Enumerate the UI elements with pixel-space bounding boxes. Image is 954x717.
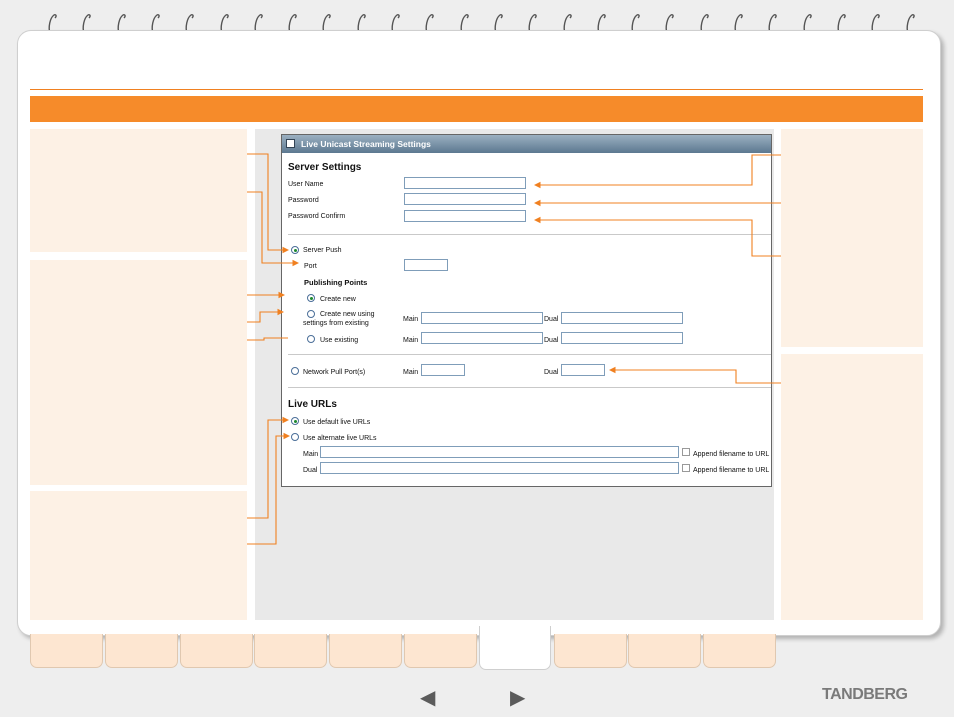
create-new-using-label: Create new using bbox=[320, 311, 375, 318]
main-label: Main bbox=[403, 337, 419, 344]
user-name-input[interactable] bbox=[404, 177, 526, 189]
right-arrow-icon[interactable]: ▶ bbox=[510, 688, 525, 708]
live-unicast-streaming-dialog: Live Unicast Streaming Settings Server S… bbox=[281, 134, 772, 487]
chapter-tab[interactable] bbox=[254, 634, 328, 668]
left-note-panel-2 bbox=[30, 260, 247, 485]
network-pull-dual-input[interactable] bbox=[561, 364, 605, 376]
alt-main-url-input[interactable] bbox=[320, 446, 679, 458]
port-input[interactable] bbox=[404, 259, 448, 271]
use-existing-label: Use existing bbox=[320, 337, 359, 344]
server-settings-heading: Server Settings bbox=[288, 162, 362, 173]
alt-main-label: Main bbox=[303, 451, 319, 458]
left-arrow-icon[interactable]: ◀ bbox=[420, 688, 435, 708]
header-rule bbox=[30, 89, 923, 90]
left-note-panel-3 bbox=[30, 491, 247, 620]
use-existing-radio[interactable] bbox=[307, 335, 315, 343]
network-pull-main-input[interactable] bbox=[421, 364, 465, 376]
use-default-urls-radio[interactable] bbox=[291, 417, 299, 425]
right-note-panel-1 bbox=[781, 129, 923, 347]
dialog-titlebar: Live Unicast Streaming Settings bbox=[282, 135, 771, 153]
dual-label: Dual bbox=[544, 316, 559, 323]
network-pull-main-label: Main bbox=[403, 369, 419, 376]
use-alternate-urls-radio[interactable] bbox=[291, 433, 299, 441]
chapter-tab[interactable] bbox=[329, 634, 403, 668]
alt-dual-url-input[interactable] bbox=[320, 462, 679, 474]
create-new-using-main-input[interactable] bbox=[421, 312, 543, 324]
publishing-points-heading: Publishing Points bbox=[304, 278, 368, 287]
create-new-label: Create new bbox=[320, 296, 356, 303]
alt-dual-label: Dual bbox=[303, 467, 318, 474]
use-alternate-urls-label: Use alternate live URLs bbox=[303, 435, 377, 442]
port-label: Port bbox=[304, 263, 317, 270]
append-filename-dual-label: Append filename to URL bbox=[693, 467, 770, 474]
main-label: Main bbox=[403, 316, 419, 323]
chapter-tab[interactable] bbox=[179, 634, 253, 668]
create-new-using-label-2: settings from existing bbox=[303, 320, 369, 327]
use-existing-main-input[interactable] bbox=[421, 332, 543, 344]
password-label: Password bbox=[288, 197, 319, 204]
append-filename-dual-checkbox[interactable] bbox=[682, 464, 690, 472]
chapter-tab[interactable] bbox=[703, 634, 777, 668]
server-push-radio[interactable] bbox=[291, 246, 299, 254]
create-new-using-radio[interactable] bbox=[307, 310, 315, 318]
network-pull-radio[interactable] bbox=[291, 367, 299, 375]
use-default-urls-label: Use default live URLs bbox=[303, 419, 371, 426]
tandberg-logo: TANDBERG bbox=[822, 686, 908, 703]
user-name-label: User Name bbox=[288, 181, 324, 188]
divider bbox=[288, 354, 771, 355]
dialog-title: Live Unicast Streaming Settings bbox=[301, 139, 431, 149]
create-new-radio[interactable] bbox=[307, 294, 315, 302]
server-push-label: Server Push bbox=[303, 247, 342, 254]
chapter-tab[interactable] bbox=[553, 634, 627, 668]
append-filename-main-checkbox[interactable] bbox=[682, 448, 690, 456]
use-existing-dual-input[interactable] bbox=[561, 332, 683, 344]
section-banner bbox=[30, 96, 923, 122]
append-filename-main-label: Append filename to URL bbox=[693, 451, 770, 458]
dual-label: Dual bbox=[544, 337, 559, 344]
collapse-icon[interactable] bbox=[286, 139, 295, 149]
network-pull-label: Network Pull Port(s) bbox=[303, 369, 366, 376]
chapter-tab[interactable] bbox=[104, 634, 178, 668]
right-note-panel-2 bbox=[781, 354, 923, 620]
divider bbox=[288, 387, 771, 388]
password-confirm-label: Password Confirm bbox=[288, 213, 346, 220]
chapter-tab[interactable] bbox=[30, 634, 103, 668]
chapter-tab[interactable] bbox=[478, 626, 551, 670]
network-pull-dual-label: Dual bbox=[544, 369, 559, 376]
chapter-tab[interactable] bbox=[404, 634, 477, 668]
divider bbox=[288, 234, 771, 235]
live-urls-heading: Live URLs bbox=[288, 399, 337, 410]
create-new-using-dual-input[interactable] bbox=[561, 312, 683, 324]
password-confirm-input[interactable] bbox=[404, 210, 526, 222]
chapter-tab[interactable] bbox=[628, 634, 702, 668]
left-note-panel-1 bbox=[30, 129, 247, 252]
password-input[interactable] bbox=[404, 193, 526, 205]
